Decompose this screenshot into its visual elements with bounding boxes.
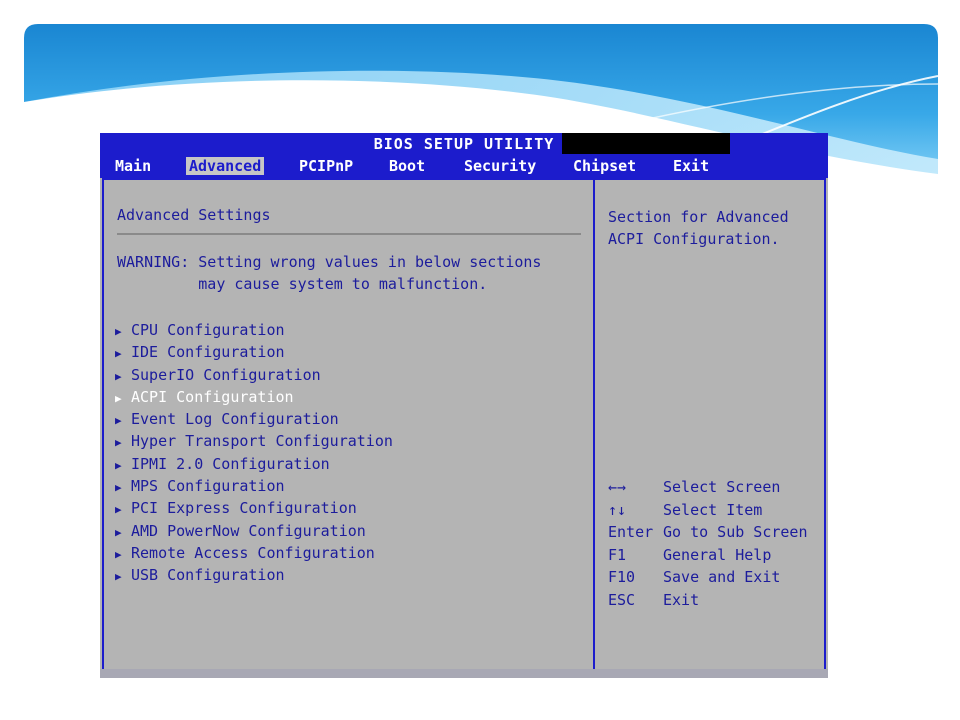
key-action: Save and Exit [663, 568, 781, 586]
key-label: F10 [608, 568, 636, 586]
menu-chipset[interactable]: Chipset [570, 157, 639, 175]
menu-main[interactable]: Main [112, 157, 154, 175]
key-label: Enter [608, 523, 654, 541]
warning-line-2: may cause system to malfunction. [117, 275, 488, 293]
key-row-exit: ESC Exit [608, 589, 808, 612]
key-row-save-exit: F10 Save and Exit [608, 566, 808, 589]
menu-item-label: ACPI Configuration [131, 387, 294, 406]
arrow-right-icon: ▶ [115, 481, 122, 495]
bios-bottom-strip [100, 669, 828, 678]
key-label: ESC [608, 590, 636, 609]
menu-item-label: SuperIO Configuration [131, 365, 321, 384]
arrow-right-icon: ▶ [115, 436, 122, 450]
menu-exit[interactable]: Exit [670, 157, 712, 175]
menu-item-mps[interactable]: ▶ MPS Configuration [115, 475, 393, 497]
key-legend: ←→ Select Screen ↑↓ Select Item Enter Go to… [608, 476, 808, 611]
key-action: Select Screen [663, 478, 781, 496]
menu-item-label: Event Log Configuration [131, 410, 339, 429]
arrow-right-icon: ▶ [115, 325, 122, 338]
menu-pcipnp[interactable]: PCIPnP [296, 157, 356, 175]
key-action: General Help [663, 545, 772, 564]
menu-item-usb[interactable]: ▶ USB Configuration [115, 564, 393, 586]
arrow-right-icon: ▶ [115, 414, 122, 428]
config-item-list: ▶ CPU Configuration ▶ IDE Configuration ▶ S… [115, 319, 393, 587]
menu-item-cpu[interactable]: ▶ CPU Configuration [115, 319, 393, 341]
menu-item-superio[interactable]: ▶ SuperIO Configuration [115, 364, 393, 386]
key-action: Exit [663, 590, 700, 609]
arrow-right-icon: ▶ [115, 391, 122, 405]
bios-screen: BIOS SETUP UTILITY Main Advanced PCIPnP … [100, 133, 828, 678]
bios-title: BIOS SETUP UTILITY [373, 135, 555, 153]
key-action: Select Item [663, 500, 763, 519]
menu-item-label: AMD PowerNow Configuration [131, 521, 366, 540]
menu-item-label: MPS Configuration [131, 477, 285, 496]
key-row-select-item: ↑↓ Select Item [608, 499, 808, 522]
panel-divider [593, 180, 595, 674]
arrow-right-icon: ▶ [115, 525, 122, 539]
section-underline [117, 233, 581, 235]
bios-title-bar: BIOS SETUP UTILITY [100, 133, 828, 154]
menu-item-pci-express[interactable]: ▶ PCI Express Configuration [115, 497, 393, 519]
arrow-right-icon: ▶ [115, 547, 122, 561]
section-title: Advanced Settings [117, 206, 271, 224]
arrow-right-icon: ▶ [115, 570, 122, 584]
menu-item-event-log[interactable]: ▶ Event Log Configuration [115, 408, 393, 430]
warning-line-1: WARNING: Setting wrong values in below s… [117, 253, 542, 271]
key-row-help: F1 General Help [608, 544, 808, 567]
help-line-1: Section for Advanced [608, 208, 789, 226]
menu-item-hyper-transport[interactable]: ▶ Hyper Transport Configuration [115, 430, 393, 452]
arrow-right-icon: ▶ [115, 369, 122, 383]
bios-menu-bar: Main Advanced PCIPnP Boot Security Chips… [100, 154, 828, 178]
menu-item-label: PCI Express Configuration [131, 499, 357, 518]
help-text: Section for Advanced ACPI Configuration. [608, 206, 789, 250]
menu-item-label: USB Configuration [131, 566, 285, 585]
help-line-2: ACPI Configuration. [608, 230, 780, 248]
menu-item-ipmi[interactable]: ▶ IPMI 2.0 Configuration [115, 453, 393, 475]
menu-item-amd-powernow[interactable]: ▶ AMD PowerNow Configuration [115, 520, 393, 542]
menu-item-ide[interactable]: ▶ IDE Configuration [115, 341, 393, 363]
menu-item-label: Remote Access Configuration [131, 543, 375, 562]
menu-advanced[interactable]: Advanced [186, 157, 265, 175]
key-label: ←→ [608, 478, 627, 496]
menu-item-acpi[interactable]: ▶ ACPI Configuration [115, 386, 393, 408]
key-action: Go to Sub Screen [663, 523, 808, 541]
key-label: ↑↓ [608, 500, 627, 519]
warning-text: WARNING: Setting wrong values in below s… [117, 251, 541, 295]
key-label: F1 [608, 545, 627, 564]
arrow-right-icon: ▶ [115, 347, 122, 361]
arrow-right-icon: ▶ [115, 458, 122, 472]
menu-item-label: IDE Configuration [131, 343, 285, 362]
key-row-enter: Enter Go to Sub Screen [608, 521, 808, 544]
menu-item-remote-access[interactable]: ▶ Remote Access Configuration [115, 542, 393, 564]
menu-item-label: CPU Configuration [131, 321, 285, 339]
arrow-right-icon: ▶ [115, 503, 122, 517]
menu-item-label: IPMI 2.0 Configuration [131, 454, 330, 473]
key-row-select-screen: ←→ Select Screen [608, 476, 808, 499]
menu-boot[interactable]: Boot [386, 157, 428, 175]
menu-item-label: Hyper Transport Configuration [131, 432, 393, 451]
menu-security[interactable]: Security [461, 157, 539, 175]
